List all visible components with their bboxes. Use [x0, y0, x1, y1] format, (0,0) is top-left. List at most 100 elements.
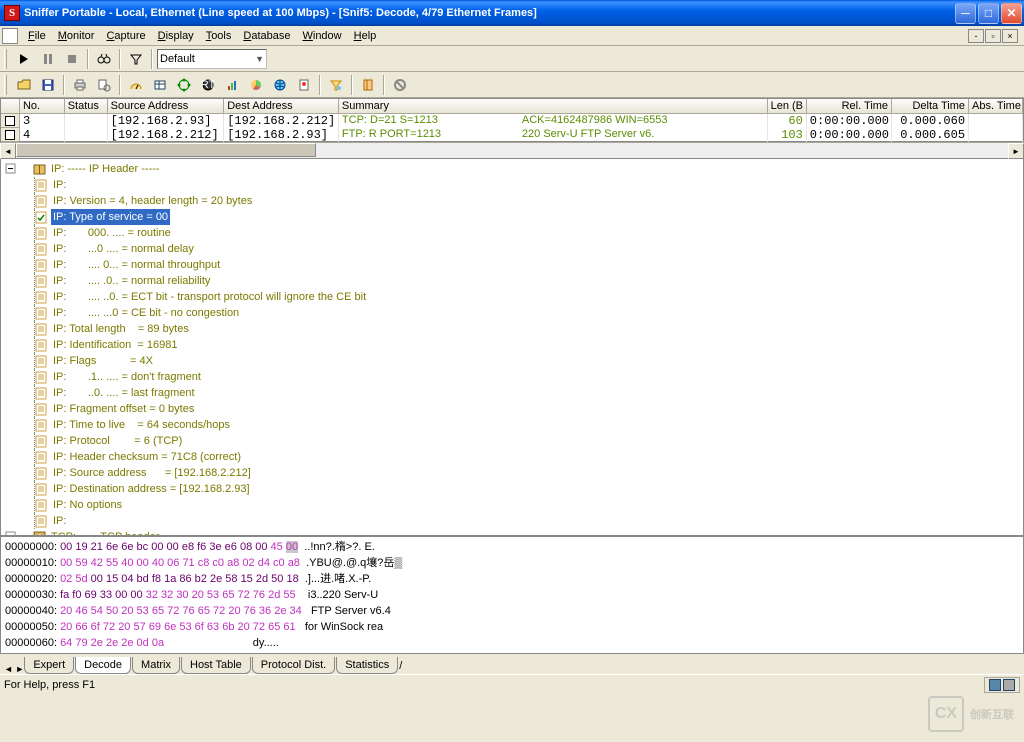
mdi-close-button[interactable]: ×	[1002, 29, 1018, 43]
save-icon[interactable]	[37, 74, 59, 96]
menu-window[interactable]: Window	[296, 28, 347, 44]
host-table-icon[interactable]	[149, 74, 171, 96]
menu-database[interactable]: Database	[237, 28, 296, 44]
col-status[interactable]: Status	[65, 99, 108, 114]
decode-line[interactable]: IP: Fragment offset = 0 bytes	[5, 401, 1023, 417]
decode-line[interactable]: IP: Version = 4, header length = 20 byte…	[5, 193, 1023, 209]
decode-line[interactable]: IP: 000. .... = routine	[5, 225, 1023, 241]
hex-row[interactable]: 00000030: fa f0 69 33 00 00 32 32 30 20 …	[5, 587, 1019, 603]
decode-line[interactable]: IP: .... 0... = normal throughput	[5, 257, 1023, 273]
open-icon[interactable]	[13, 74, 35, 96]
page-icon	[35, 515, 49, 528]
app-icon: S	[4, 5, 20, 21]
menu-help[interactable]: Help	[348, 28, 383, 44]
col-source[interactable]: Source Address	[108, 99, 225, 114]
decode-line[interactable]: IP: ..0. .... = last fragment	[5, 385, 1023, 401]
history-icon[interactable]	[221, 74, 243, 96]
page-icon	[35, 339, 49, 352]
tab-statistics[interactable]: Statistics	[336, 657, 398, 674]
mdi-document-icon	[2, 28, 18, 44]
grid-hscrollbar[interactable]: ◄►	[0, 142, 1024, 158]
minimize-button[interactable]: ─	[955, 3, 976, 24]
maximize-button[interactable]: □	[978, 3, 999, 24]
decode-line[interactable]: IP: ...0 .... = normal delay	[5, 241, 1023, 257]
packet-row[interactable]: 4[192.168.2.212][192.168.2.93]FTP: R POR…	[1, 128, 1023, 142]
decode-header-line[interactable]: IP: ----- IP Header -----	[5, 161, 1023, 177]
hex-row[interactable]: 00000040: 20 46 54 50 20 53 65 72 76 65 …	[5, 603, 1019, 619]
hex-row[interactable]: 00000010: 00 59 42 55 40 00 40 06 71 c8 …	[5, 555, 1019, 571]
col-summary[interactable]: Summary	[339, 99, 768, 114]
col-dest[interactable]: Dest Address	[224, 99, 339, 114]
tab-host-table[interactable]: Host Table	[181, 657, 251, 674]
decode-line[interactable]: IP: Identification = 16981	[5, 337, 1023, 353]
col-len[interactable]: Len (B	[768, 99, 807, 114]
decode-line[interactable]: IP: Header checksum = 71C8 (correct)	[5, 449, 1023, 465]
print-icon[interactable]	[69, 74, 91, 96]
window-title: Sniffer Portable - Local, Ethernet (Line…	[24, 7, 955, 19]
address-book-icon[interactable]	[357, 74, 379, 96]
hex-row[interactable]: 00000050: 20 66 6f 72 20 57 69 6e 53 6f …	[5, 619, 1019, 635]
stop-button[interactable]	[61, 48, 83, 70]
hex-pane[interactable]: 00000000: 00 19 21 6e 6e bc 00 00 e8 f6 …	[0, 536, 1024, 654]
decode-line[interactable]: IP:	[5, 177, 1023, 193]
decode-line[interactable]: IP: .... ...0 = CE bit - no congestion	[5, 305, 1023, 321]
decode-line[interactable]: IP: .1.. .... = don't fragment	[5, 369, 1023, 385]
col-reltime[interactable]: Rel. Time	[807, 99, 892, 114]
dashboard-icon[interactable]	[125, 74, 147, 96]
tab-decode[interactable]: Decode	[75, 657, 131, 674]
alarm-log-icon[interactable]	[293, 74, 315, 96]
menu-display[interactable]: Display	[152, 28, 200, 44]
page-icon	[35, 307, 49, 320]
toolbar-grip[interactable]	[4, 49, 7, 69]
decode-line[interactable]: IP: Protocol = 6 (TCP)	[5, 433, 1023, 449]
status-text: For Help, press F1	[4, 679, 95, 691]
binoculars-icon[interactable]	[93, 48, 115, 70]
hex-row[interactable]: 00000020: 02 5d 00 15 04 bd f8 1a 86 b2 …	[5, 571, 1019, 587]
matrix-icon[interactable]	[173, 74, 195, 96]
decode-line[interactable]: IP:	[5, 513, 1023, 529]
decode-line[interactable]: IP: Flags = 4X	[5, 353, 1023, 369]
col-deltatime[interactable]: Delta Time	[892, 99, 969, 114]
decode-line[interactable]: IP: No options	[5, 497, 1023, 513]
protocol-dist-icon[interactable]	[245, 74, 267, 96]
menu-capture[interactable]: Capture	[100, 28, 151, 44]
decode-line[interactable]: IP: .... ..0. = ECT bit - transport prot…	[5, 289, 1023, 305]
filter-select[interactable]: Default▼	[157, 49, 267, 69]
decode-line[interactable]: IP: Type of service = 00	[5, 209, 1023, 225]
close-button[interactable]: ✕	[1001, 3, 1022, 24]
page-icon	[35, 291, 49, 304]
capture-panel-icon[interactable]	[325, 74, 347, 96]
mdi-restore-button[interactable]: ▫	[985, 29, 1001, 43]
pause-button[interactable]	[37, 48, 59, 70]
decode-pane[interactable]: IP: ----- IP Header -----IP:IP: Version …	[0, 158, 1024, 536]
page-icon	[35, 211, 49, 224]
decode-header-line[interactable]: TCP: ----- TCP header -----	[5, 529, 1023, 536]
print-preview-icon[interactable]	[93, 74, 115, 96]
menu-file[interactable]: File	[22, 28, 52, 44]
play-button[interactable]	[13, 48, 35, 70]
menu-monitor[interactable]: Monitor	[52, 28, 101, 44]
page-icon	[35, 483, 49, 496]
hex-row[interactable]: 00000060: 64 79 2e 2e 2e 0d 0a dy.....	[5, 635, 1019, 651]
col-abstime[interactable]: Abs. Time	[969, 99, 1023, 114]
menu-tools[interactable]: Tools	[200, 28, 238, 44]
decode-line[interactable]: IP: Time to live = 64 seconds/hops	[5, 417, 1023, 433]
tab-expert[interactable]: Expert	[24, 657, 74, 674]
decode-line[interactable]: IP: Total length = 89 bytes	[5, 321, 1023, 337]
stop-capture-icon[interactable]	[389, 74, 411, 96]
hex-row[interactable]: 00000000: 00 19 21 6e 6e bc 00 00 e8 f6 …	[5, 539, 1019, 555]
global-stats-icon[interactable]	[269, 74, 291, 96]
col-no[interactable]: No.	[20, 99, 65, 114]
toolbar-main: RT	[0, 72, 1024, 98]
app-response-icon[interactable]: RT	[197, 74, 219, 96]
mdi-minimize-button[interactable]: -	[968, 29, 984, 43]
define-filter-icon[interactable]	[125, 48, 147, 70]
decode-line[interactable]: IP: Destination address = [192.168.2.93]	[5, 481, 1023, 497]
packet-row[interactable]: 3[192.168.2.93][192.168.2.212]TCP: D=21 …	[1, 114, 1023, 128]
decode-line[interactable]: IP: Source address = [192.168.2.212]	[5, 465, 1023, 481]
status-panel	[984, 677, 1020, 693]
tab-matrix[interactable]: Matrix	[132, 657, 180, 674]
decode-line[interactable]: IP: .... .0.. = normal reliability	[5, 273, 1023, 289]
tab-protocol-dist-[interactable]: Protocol Dist.	[252, 657, 335, 674]
toolbar-grip[interactable]	[4, 75, 7, 95]
